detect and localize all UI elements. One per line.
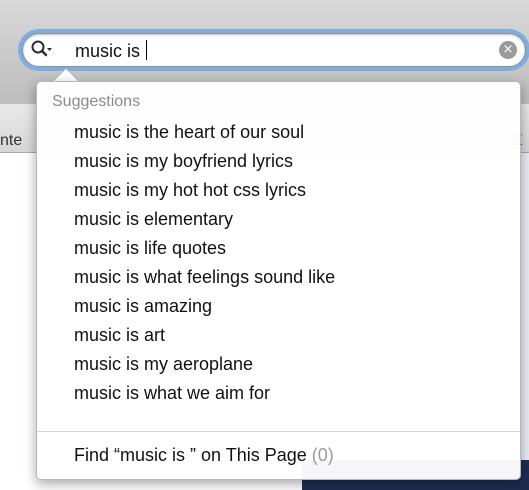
dropdown-separator	[37, 431, 520, 432]
suggestions-list: music is the heart of our soul music is …	[74, 119, 335, 409]
find-match-count: (0)	[311, 445, 334, 465]
suggestion-item[interactable]: music is amazing	[74, 293, 335, 322]
suggestion-item[interactable]: music is art	[74, 322, 335, 351]
suggestion-item[interactable]: music is what we aim for	[74, 380, 335, 409]
suggestion-item[interactable]: music is my hot hot css lyrics	[74, 177, 335, 206]
search-input-value: music is	[75, 41, 146, 61]
suggestion-item[interactable]: music is the heart of our soul	[74, 119, 335, 148]
find-on-page-label: Find “music is ” on This Page	[74, 445, 307, 465]
suggestion-item[interactable]: music is elementary	[74, 206, 335, 235]
suggestions-header: Suggestions	[52, 93, 141, 110]
suggestion-item[interactable]: music is my aeroplane	[74, 351, 335, 380]
suggestion-item[interactable]: music is my boyfriend lyrics	[74, 148, 335, 177]
text-caret	[146, 40, 148, 60]
find-on-page-item[interactable]: Find “music is ” on This Page (0)	[74, 445, 334, 466]
suggestion-item[interactable]: music is what feelings sound like	[74, 264, 335, 293]
dropdown-pointer	[54, 69, 78, 81]
suggestion-item[interactable]: music is life quotes	[74, 235, 335, 264]
clear-icon[interactable]: ×	[499, 41, 517, 59]
search-field[interactable]: music is ×	[22, 33, 526, 67]
search-input[interactable]: music is	[75, 40, 148, 62]
search-icon[interactable]	[31, 40, 53, 60]
bookmark-item-left[interactable]: nte	[0, 132, 22, 150]
